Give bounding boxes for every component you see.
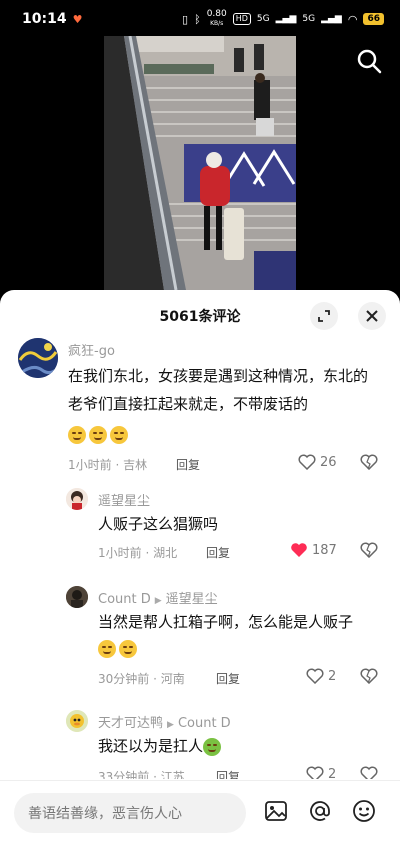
broken-heart-icon	[360, 454, 378, 471]
vibrate-icon: ▯	[182, 12, 189, 26]
emoji-row	[68, 424, 131, 444]
battery-indicator: 66	[363, 13, 384, 25]
signal-bars-icon: ▂▄▆	[275, 14, 297, 24]
heart-filled-icon	[291, 543, 307, 557]
screen: { "status_bar": { "time": "10:14", "net_…	[0, 0, 400, 843]
app-notification-icon: ♥	[72, 12, 83, 26]
comment-author[interactable]: 疯狂-go	[68, 340, 115, 359]
expand-icon	[318, 310, 330, 322]
reply-button[interactable]: 回复	[176, 456, 200, 473]
reply-button[interactable]: 回复	[216, 768, 240, 779]
like-count: 2	[328, 766, 337, 780]
image-button[interactable]	[264, 799, 288, 823]
video-player[interactable]	[104, 36, 296, 290]
dislike-button[interactable]	[360, 668, 378, 688]
reply-to-author[interactable]: 遥望星尘	[166, 592, 218, 607]
broken-heart-icon	[360, 766, 378, 779]
net-speed-value: 0.80	[206, 9, 227, 19]
comment-meta: 1小时前 · 湖北	[98, 546, 178, 560]
comment-sheet: 5061条评论 疯狂-go 在我们东北，女孩要是遇到这种情况，东北的老爷们直接扛…	[0, 290, 400, 843]
comment-author[interactable]: 天才可达鸭	[98, 716, 163, 731]
comment-count-title: 5061条评论	[159, 309, 241, 325]
reply-arrow-icon: ▶	[154, 596, 162, 606]
laughing-emoji-icon	[110, 425, 128, 444]
status-time: 10:14	[22, 11, 67, 27]
search-button[interactable]	[354, 46, 384, 76]
hd-badge: HD	[232, 13, 251, 25]
like-count: 187	[312, 542, 337, 558]
laughing-emoji-icon	[68, 425, 86, 444]
like-button[interactable]: 26	[298, 454, 337, 470]
like-button[interactable]: 2	[306, 766, 336, 779]
status-right: ▯ ᛒ 0.80 KB/s HD 5G ▂▄▆ 5G ▂▄▆ ◠ 66	[182, 10, 384, 28]
net-speed-unit: KB/s	[210, 20, 224, 27]
expand-button[interactable]	[310, 302, 338, 330]
dislike-button[interactable]	[360, 542, 378, 562]
comment-author[interactable]: 遥望星尘	[98, 490, 150, 509]
like-button[interactable]: 187	[290, 542, 337, 558]
broken-heart-icon	[360, 542, 378, 559]
avatar-image	[66, 710, 88, 732]
avatar-image	[66, 586, 88, 608]
comment-text: 人贩子这么猖獗吗	[98, 515, 219, 533]
net-speed: 0.80 KB/s	[207, 10, 227, 28]
comment-input-bar: 善语结善缘，恶言伤人心	[0, 780, 400, 843]
smiley-icon	[353, 800, 375, 822]
heart-icon	[306, 766, 324, 779]
mention-button[interactable]	[308, 799, 332, 823]
bluetooth-icon: ᛒ	[194, 12, 201, 26]
comment-list[interactable]: 疯狂-go 在我们东北，女孩要是遇到这种情况，东北的老爷们直接扛起来就走，不带废…	[0, 334, 400, 779]
signal-5g-2: 5G	[302, 14, 316, 24]
comment-author[interactable]: Count D	[98, 592, 151, 607]
laughing-emoji-icon	[89, 425, 107, 444]
comment-text: 当然是帮人扛箱子啊，怎么能是人贩子	[98, 613, 354, 631]
dislike-button[interactable]	[360, 766, 378, 779]
heart-icon	[306, 668, 324, 684]
reply-button[interactable]: 回复	[206, 544, 230, 561]
comment-input-placeholder: 善语结善缘，恶言伤人心	[28, 806, 182, 822]
comment-author-line: 天才可达鸭 ▶ Count D	[98, 712, 231, 731]
reply-button[interactable]: 回复	[216, 670, 240, 687]
comment-meta: 33分钟前 · 江苏	[98, 770, 185, 779]
reply-to-author[interactable]: Count D	[178, 716, 231, 731]
status-bar: 10:14 ♥ ▯ ᛒ 0.80 KB/s HD 5G ▂▄▆ 5G ▂▄▆ ◠…	[0, 0, 400, 38]
comment-text: 在我们东北，女孩要是遇到这种情况，东北的老爷们直接扛起来就走，不带废话的	[68, 367, 369, 413]
wifi-icon: ◠	[347, 12, 358, 26]
like-button[interactable]: 2	[306, 668, 336, 684]
avatar-image	[18, 338, 58, 378]
signal-5g-1: 5G	[256, 14, 270, 24]
video-frame	[104, 36, 296, 290]
like-count: 2	[328, 668, 337, 684]
avatar-image	[66, 488, 88, 510]
search-icon	[357, 49, 382, 74]
comment-input[interactable]: 善语结善缘，恶言伤人心	[14, 793, 246, 833]
signal-bars-icon-2: ▂▄▆	[321, 14, 342, 24]
comment-meta: 30分钟前 · 河南	[98, 672, 185, 686]
close-icon	[366, 310, 378, 322]
comment-text: 我还以为是扛人	[98, 737, 204, 755]
like-count: 26	[320, 454, 337, 470]
grimace-emoji-icon	[203, 737, 222, 756]
laughing-emoji-icon	[98, 639, 116, 658]
image-icon	[265, 801, 287, 821]
avatar[interactable]	[66, 710, 88, 732]
emoji-row	[98, 638, 140, 658]
avatar[interactable]	[66, 488, 88, 510]
heart-icon	[298, 454, 316, 470]
comment-text-line: 我还以为是扛人	[98, 732, 388, 760]
dislike-button[interactable]	[360, 454, 378, 474]
reply-arrow-icon: ▶	[167, 720, 174, 730]
avatar[interactable]	[66, 586, 88, 608]
emoji-button[interactable]	[352, 799, 376, 823]
broken-heart-icon	[360, 668, 378, 685]
at-icon	[310, 801, 330, 821]
comment-author-line: Count D ▶ 遥望星尘	[98, 588, 218, 607]
avatar[interactable]	[18, 338, 58, 378]
close-button[interactable]	[358, 302, 386, 330]
laughing-emoji-icon	[119, 639, 137, 658]
comment-meta: 1小时前 · 吉林	[68, 458, 148, 472]
